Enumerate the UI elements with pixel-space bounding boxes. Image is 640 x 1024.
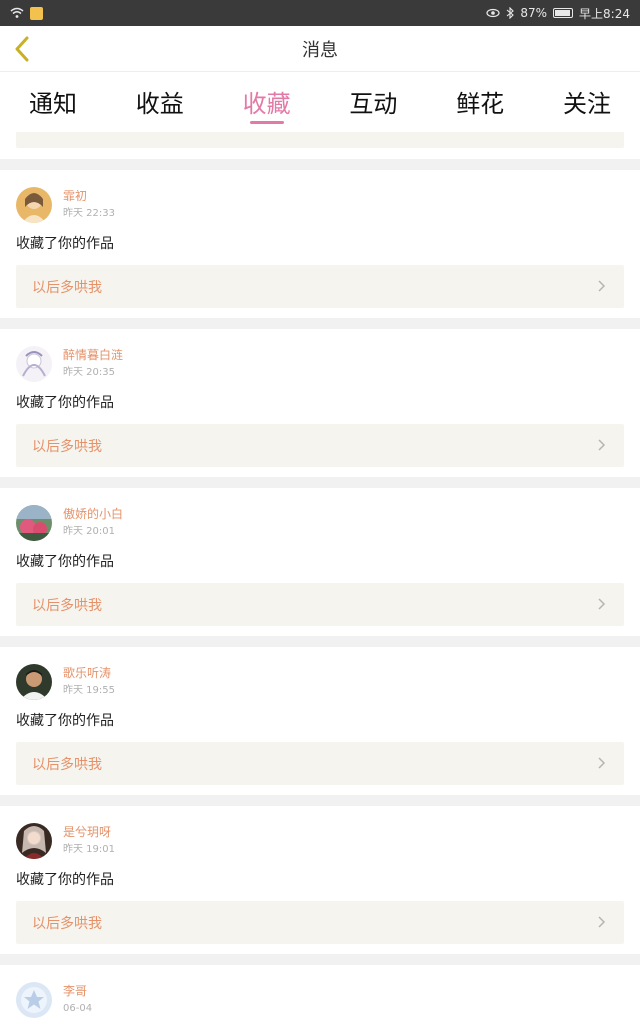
- tab-favorites[interactable]: 收藏: [234, 72, 300, 132]
- work-link[interactable]: 以后多哄我: [16, 901, 624, 944]
- work-title: 以后多哄我: [32, 597, 102, 614]
- notification-card: 是兮玥呀 昨天 19:01 收藏了你的作品 以后多哄我: [0, 806, 640, 954]
- status-bar: 87% 早上8:24: [0, 0, 640, 26]
- avatar-image: [16, 187, 52, 223]
- work-title: 以后多哄我: [32, 279, 102, 296]
- work-link[interactable]: 以后多哄我: [16, 265, 624, 308]
- avatar[interactable]: [16, 982, 52, 1018]
- tab-notifications[interactable]: 通知: [20, 72, 86, 132]
- user-name[interactable]: 歌乐听涛: [63, 665, 115, 681]
- avatar[interactable]: [16, 346, 52, 382]
- timestamp: 昨天 22:33: [63, 208, 115, 219]
- notification-card: 李哥 06-04: [0, 965, 640, 1024]
- work-title: 以后多哄我: [32, 438, 102, 455]
- work-link[interactable]: 以后多哄我: [16, 583, 624, 626]
- back-button[interactable]: [8, 34, 36, 64]
- battery-icon: [553, 8, 574, 18]
- top-header: 消息: [0, 26, 640, 72]
- work-link[interactable]: 以后多哄我: [16, 742, 624, 785]
- timestamp: 06-04: [63, 1003, 93, 1014]
- battery-percent: 87%: [520, 6, 548, 20]
- tab-flowers[interactable]: 鲜花: [447, 72, 513, 132]
- work-title: 以后多哄我: [32, 915, 102, 932]
- avatar[interactable]: [16, 187, 52, 223]
- notification-message: 收藏了你的作品: [16, 554, 114, 570]
- eye-icon: [486, 8, 500, 18]
- status-right: 87% 早上8:24: [486, 5, 630, 22]
- notification-card: 歌乐听涛 昨天 19:55 收藏了你的作品 以后多哄我: [0, 647, 640, 795]
- notification-message: 收藏了你的作品: [16, 713, 114, 729]
- notification-card: 傲娇的小白 昨天 20:01 收藏了你的作品 以后多哄我: [0, 488, 640, 636]
- back-arrow-icon: [15, 36, 29, 62]
- divider: [0, 477, 640, 488]
- chevron-right-icon: [598, 439, 606, 451]
- user-name[interactable]: 李哥: [63, 983, 92, 999]
- avatar-image: [16, 505, 52, 541]
- timestamp: 昨天 19:01: [63, 844, 115, 855]
- tab-follows[interactable]: 关注: [554, 72, 620, 132]
- notification-message: 收藏了你的作品: [16, 872, 114, 888]
- status-left: [10, 6, 43, 20]
- app-notification-icon: [30, 6, 43, 20]
- notification-message: 收藏了你的作品: [16, 395, 114, 411]
- user-name[interactable]: 傲娇的小白: [63, 506, 123, 522]
- bluetooth-icon: [507, 7, 515, 19]
- notification-card: 霏初 昨天 22:33 收藏了你的作品 以后多哄我: [0, 170, 640, 318]
- avatar-image: [16, 823, 52, 859]
- timestamp: 昨天 19:55: [63, 685, 115, 696]
- work-link[interactable]: 以后多哄我: [16, 424, 624, 467]
- timestamp: 昨天 20:35: [63, 367, 115, 378]
- partial-work-box: [16, 132, 624, 148]
- avatar-image: [16, 346, 52, 382]
- user-name[interactable]: 霏初: [63, 188, 115, 204]
- divider: [0, 318, 640, 329]
- default-avatar-icon: [16, 982, 52, 1018]
- divider: [0, 795, 640, 806]
- notification-feed[interactable]: 霏初 昨天 22:33 收藏了你的作品 以后多哄我 醉情暮白涟 昨天 20:35…: [0, 132, 640, 1024]
- tab-interactions[interactable]: 互动: [340, 72, 406, 132]
- tab-earnings[interactable]: 收益: [127, 72, 193, 132]
- divider: [0, 954, 640, 965]
- work-title: 以后多哄我: [32, 756, 102, 773]
- notification-card: 醉情暮白涟 昨天 20:35 收藏了你的作品 以后多哄我: [0, 329, 640, 477]
- user-name[interactable]: 醉情暮白涟: [63, 347, 123, 363]
- wifi-icon: [10, 7, 24, 18]
- avatar[interactable]: [16, 823, 52, 859]
- divider: [0, 636, 640, 647]
- partial-card: [0, 132, 640, 159]
- timestamp: 昨天 20:01: [63, 526, 115, 537]
- avatar[interactable]: [16, 505, 52, 541]
- clock: 早上8:24: [579, 6, 630, 21]
- avatar[interactable]: [16, 664, 52, 700]
- chevron-right-icon: [598, 757, 606, 769]
- notification-message: 收藏了你的作品: [16, 236, 114, 252]
- chevron-right-icon: [598, 916, 606, 928]
- avatar-image: [16, 664, 52, 700]
- category-tabs: 通知 收益 收藏 互动 鲜花 关注: [0, 72, 640, 132]
- user-name[interactable]: 是兮玥呀: [63, 824, 115, 840]
- chevron-right-icon: [598, 280, 606, 292]
- chevron-right-icon: [598, 598, 606, 610]
- page-title: 消息: [302, 39, 338, 61]
- divider: [0, 159, 640, 170]
